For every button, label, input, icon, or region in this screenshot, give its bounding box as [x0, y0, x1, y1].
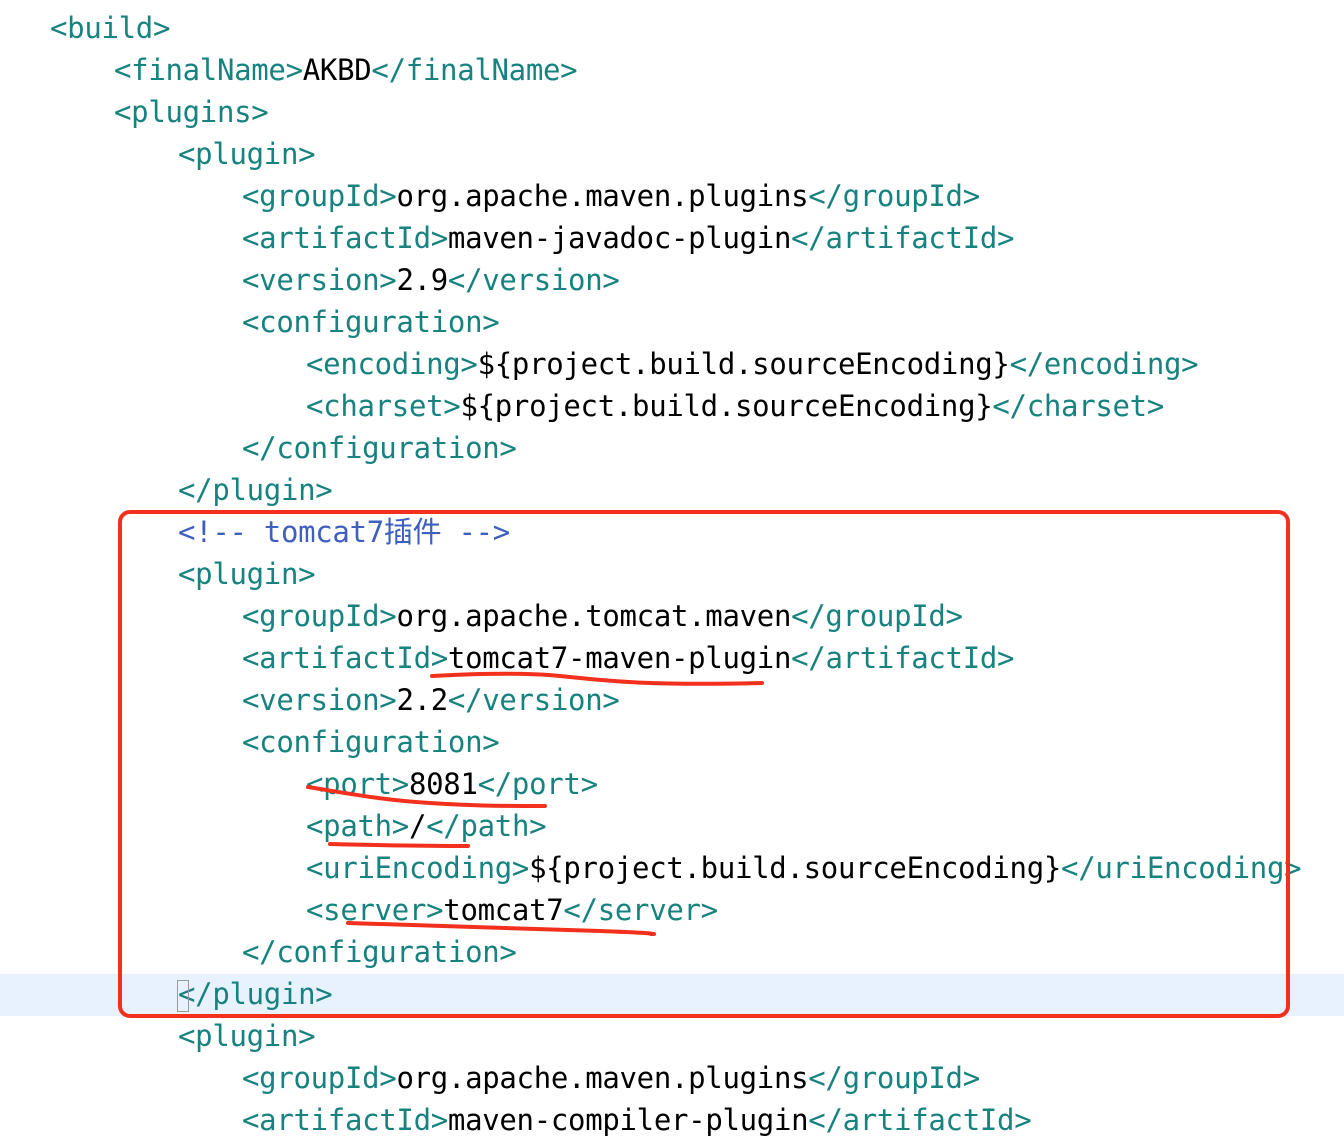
underline-server	[346, 921, 656, 936]
underline-path	[328, 842, 470, 848]
code-editor[interactable]: <build> <finalName>AKBD</finalName> <plugi…	[0, 0, 1344, 1138]
annotation-underlines	[306, 671, 764, 936]
underline-port	[306, 785, 547, 808]
underline-artifactid	[430, 671, 764, 686]
